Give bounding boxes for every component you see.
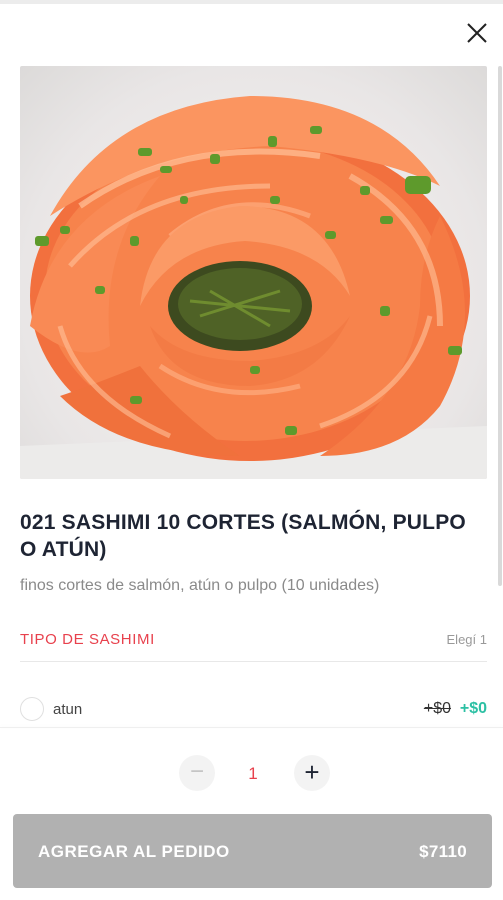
add-to-order-label: AGREGAR AL PEDIDO (38, 842, 230, 861)
product-description: finos cortes de salmón, atún o pulpo (10… (20, 577, 380, 594)
close-icon (467, 23, 487, 43)
close-button[interactable] (462, 18, 492, 48)
options-section-header: TIPO DE SASHIMI Elegí 1 (20, 628, 487, 662)
scrollbar[interactable] (498, 66, 502, 586)
option-label: atun (53, 701, 83, 718)
product-image (20, 66, 487, 479)
quantity-value: 1 (248, 764, 258, 783)
radio-button[interactable] (20, 697, 44, 721)
option-price-old: +$0 (423, 700, 451, 717)
add-to-order-button[interactable]: AGREGAR AL PEDIDO $7110 (13, 814, 492, 888)
increase-quantity-button[interactable]: + (294, 755, 330, 791)
top-strip (0, 0, 503, 4)
option-atun[interactable]: atun +$0 +$0 (20, 695, 487, 723)
footer-divider (0, 727, 503, 728)
option-price-new: +$0 (459, 700, 487, 717)
order-total: $7110 (419, 842, 467, 861)
section-title: TIPO DE SASHIMI (20, 631, 155, 648)
salmon-sashimi-illustration (20, 96, 487, 479)
section-requirement-note: Elegí 1 (446, 632, 487, 647)
decrease-quantity-button[interactable]: − (179, 755, 215, 791)
product-title: 021 SASHIMI 10 CORTES (SALMÓN, PULPO O A… (20, 511, 466, 561)
